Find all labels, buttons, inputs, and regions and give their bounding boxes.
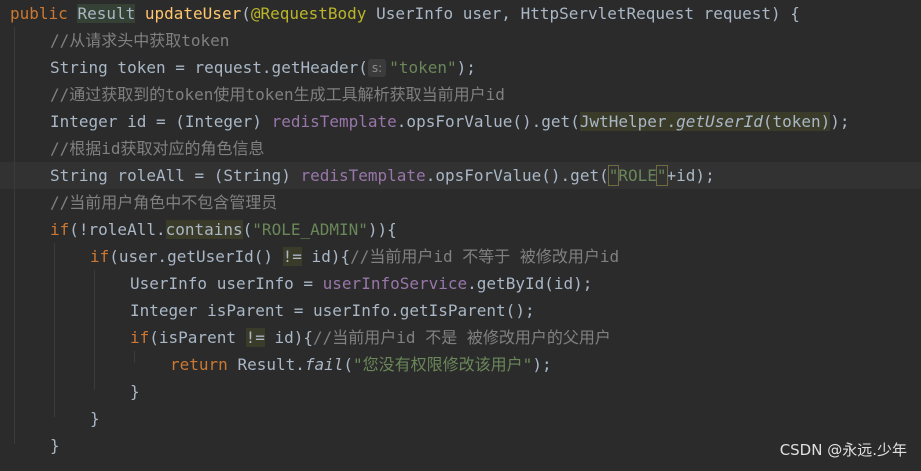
indent-guide	[54, 243, 55, 417]
code-token: Integer isParent = userInfo.getIsParent(…	[130, 301, 535, 320]
indent-guide	[94, 270, 95, 390]
code-token: Result.	[237, 355, 305, 374]
code-text: UserInfo userInfo = userInfoService.getB…	[130, 270, 592, 297]
code-line[interactable]: Integer isParent = userInfo.getIsParent(…	[0, 297, 921, 324]
code-token: }	[130, 382, 140, 401]
code-text: if(user.getUserId() != id){//当前用户id 不等于 …	[90, 243, 619, 270]
code-text: //根据id获取对应的角色信息	[50, 135, 265, 162]
code-token: Result	[77, 4, 136, 23]
code-token: if	[50, 220, 70, 239]
code-token: .getById(id);	[467, 274, 593, 293]
code-token: redisTemplate	[271, 112, 397, 131]
code-token: //根据id获取对应的角色信息	[50, 139, 265, 158]
code-token: String roleAll = (String)	[50, 166, 301, 185]
code-token: );	[830, 112, 850, 131]
code-token: (	[242, 220, 253, 239]
code-token: return	[170, 355, 238, 374]
code-token: }	[90, 409, 100, 428]
code-line[interactable]: UserInfo userInfo = userInfoService.getB…	[0, 270, 921, 297]
code-token: "	[607, 165, 620, 186]
code-line[interactable]: Integer id = (Integer) redisTemplate.ops…	[0, 108, 921, 135]
code-text: }	[130, 378, 140, 405]
code-line[interactable]: return Result.fail("您没有权限修改该用户");	[0, 351, 921, 378]
code-token: .opsForValue().get(	[425, 166, 609, 185]
code-line[interactable]: if(!roleAll.contains("ROLE_ADMIN")){	[0, 216, 921, 243]
code-text: Integer id = (Integer) redisTemplate.ops…	[50, 108, 850, 135]
code-token: "	[655, 165, 668, 186]
code-token: )){	[367, 220, 397, 239]
code-token: (token)	[762, 112, 831, 131]
code-line[interactable]: if(user.getUserId() != id){//当前用户id 不等于 …	[0, 243, 921, 270]
code-token: (	[343, 355, 354, 374]
code-token: //当前用户id 不是 被修改用户的父用户	[313, 328, 611, 347]
code-text: if(isParent != id){//当前用户id 不是 被修改用户的父用户	[130, 324, 611, 351]
code-token: //当前用户id 不等于 被修改用户id	[350, 247, 620, 266]
code-token: @RequestBody	[250, 4, 367, 23]
indent-guide	[14, 27, 15, 444]
code-token: //通过获取到的token使用token生成工具解析获取当前用户id	[50, 85, 505, 104]
code-token: userInfoService	[322, 274, 468, 293]
code-line[interactable]: //从请求头中获取token	[0, 27, 921, 54]
code-token: +id);	[666, 166, 715, 185]
code-text: String roleAll = (String) redisTemplate.…	[50, 162, 715, 189]
code-token: contains	[165, 220, 243, 239]
code-token: String token = request.getHeader(	[50, 58, 368, 77]
code-token: JwtHelper.	[579, 112, 677, 131]
code-token: //当前用户角色中不包含管理员	[50, 193, 278, 212]
code-text: }	[50, 432, 60, 459]
code-token: !=	[282, 247, 302, 266]
code-text: String token = request.getHeader(s: "toke…	[50, 54, 476, 81]
code-editor[interactable]: public Result updateUser(@RequestBody Us…	[0, 0, 921, 471]
code-token: (isParent	[149, 328, 246, 347]
code-token: if	[90, 247, 110, 266]
code-line[interactable]: String token = request.getHeader(s: "toke…	[0, 54, 921, 81]
code-line[interactable]: }	[0, 405, 921, 432]
code-text: //通过获取到的token使用token生成工具解析获取当前用户id	[50, 81, 505, 108]
code-token: ROLE	[618, 166, 657, 185]
code-text: Integer isParent = userInfo.getIsParent(…	[130, 297, 535, 324]
code-line[interactable]: }	[0, 378, 921, 405]
code-token: id){	[301, 247, 351, 266]
code-token: //从请求头中获取token	[50, 31, 230, 50]
code-token: updateUser	[144, 4, 242, 23]
code-token: !=	[245, 328, 265, 347]
code-token: UserInfo userInfo =	[130, 274, 323, 293]
code-token: if	[130, 328, 150, 347]
csdn-watermark: CSDN @永远.少年	[779, 441, 907, 459]
code-line[interactable]: String roleAll = (String) redisTemplate.…	[0, 162, 921, 189]
code-token: "token"	[389, 58, 457, 77]
code-text: //从请求头中获取token	[50, 27, 229, 54]
code-token: public	[10, 4, 78, 23]
code-token: id){	[264, 328, 314, 347]
code-token: .opsForValue().get(	[396, 112, 580, 131]
code-text: return Result.fail("您没有权限修改该用户");	[170, 351, 552, 378]
code-token: (user.getUserId()	[109, 247, 283, 266]
code-token: Integer id = (Integer)	[50, 112, 272, 131]
indent-guide	[134, 351, 135, 363]
code-line[interactable]: //根据id获取对应的角色信息	[0, 135, 921, 162]
code-text: }	[90, 405, 100, 432]
parameter-hint: s:	[367, 59, 387, 77]
code-token: "ROLE_ADMIN"	[252, 220, 368, 239]
code-token: }	[50, 436, 60, 455]
code-line[interactable]: //当前用户角色中不包含管理员	[0, 189, 921, 216]
code-token: (	[241, 4, 251, 23]
code-token: "您没有权限修改该用户"	[353, 355, 533, 374]
code-token: redisTemplate	[300, 166, 426, 185]
code-text: public Result updateUser(@RequestBody Us…	[10, 0, 800, 27]
code-line[interactable]: if(isParent != id){//当前用户id 不是 被修改用户的父用户	[0, 324, 921, 351]
code-token: (!roleAll.	[69, 220, 166, 239]
code-token: UserInfo user, HttpServletRequest reques…	[366, 4, 800, 23]
code-token: );	[456, 58, 476, 77]
code-line[interactable]: public Result updateUser(@RequestBody Us…	[0, 0, 921, 27]
code-text: //当前用户角色中不包含管理员	[50, 189, 277, 216]
code-text: if(!roleAll.contains("ROLE_ADMIN")){	[50, 216, 397, 243]
code-line[interactable]: //通过获取到的token使用token生成工具解析获取当前用户id	[0, 81, 921, 108]
code-token: getUserId	[676, 112, 763, 131]
code-token: fail	[304, 355, 344, 374]
code-token: );	[532, 355, 552, 374]
